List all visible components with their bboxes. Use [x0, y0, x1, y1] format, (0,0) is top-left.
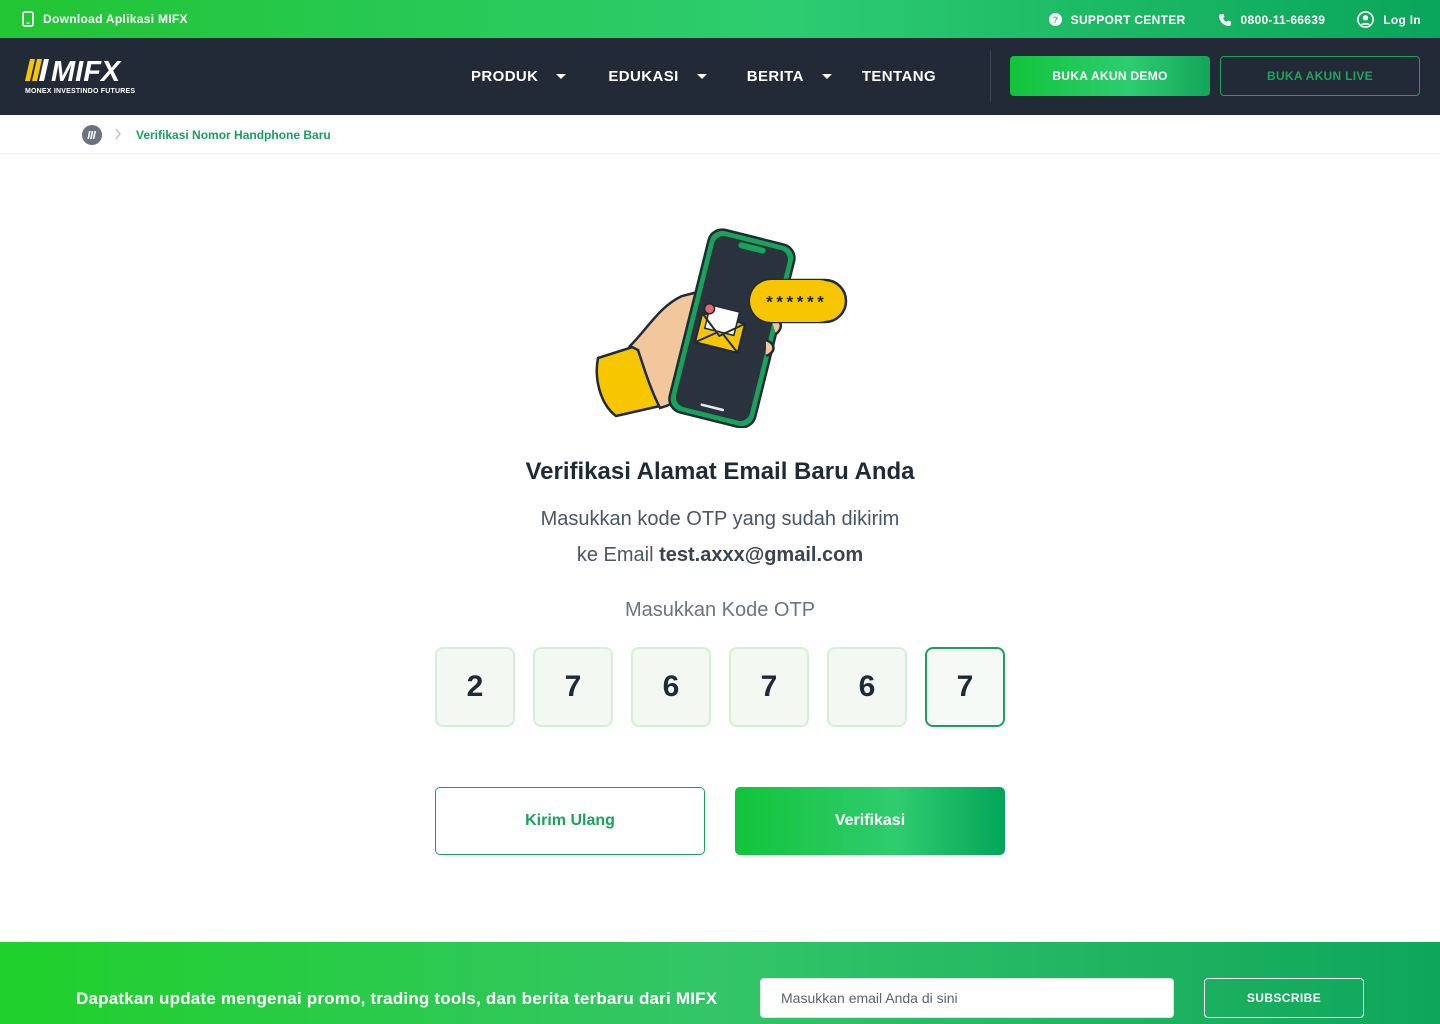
phone-icon	[1218, 13, 1232, 27]
mobile-phone-icon	[22, 11, 34, 27]
otp-label: Masukkan Kode OTP	[624, 599, 816, 621]
verify-button[interactable]: Verifikasi	[735, 787, 1005, 855]
breadcrumb: Verifikasi Nomor Handphone Baru	[0, 115, 1440, 154]
download-app-label: Download Aplikasi MIFX	[43, 12, 188, 26]
subscribe-button[interactable]: SUBSCRIBE	[1204, 978, 1364, 1018]
svg-text:MIFX: MIFX	[51, 58, 122, 88]
otp-digit-3[interactable]: 6	[631, 647, 711, 727]
open-demo-account-button[interactable]: BUKA AKUN DEMO	[1010, 56, 1210, 96]
otp-digit-2[interactable]: 7	[533, 647, 613, 727]
newsletter-section: Dapatkan update mengenai promo, trading …	[0, 942, 1440, 1024]
download-app-link[interactable]: Download Aplikasi MIFX	[22, 11, 188, 27]
nav-label: EDUKASI	[608, 68, 679, 85]
logo-subtext: MONEX INVESTINDO FUTURES	[25, 88, 136, 95]
help-icon: ?	[1048, 13, 1062, 26]
resend-button[interactable]: Kirim Ulang	[435, 787, 705, 855]
phone-link[interactable]: 0800-11-66639	[1218, 13, 1326, 27]
home-icon[interactable]	[82, 125, 102, 145]
otp-badge-text: ******	[764, 295, 825, 314]
login-link[interactable]: Log In	[1357, 11, 1421, 28]
nav-label: PRODUK	[471, 68, 539, 85]
support-center-label: SUPPORT CENTER	[1070, 12, 1186, 27]
newsletter-email-input[interactable]	[760, 978, 1174, 1018]
user-icon	[1357, 11, 1375, 28]
instruction-prefix: ke Email	[576, 544, 660, 566]
open-live-account-button[interactable]: BUKA AKUN LIVE	[1220, 56, 1420, 96]
otp-digit-1[interactable]: 2	[435, 647, 515, 727]
instruction-line-2: ke Email test.axxx@gmail.com	[0, 544, 1440, 567]
breadcrumb-current: Verifikasi Nomor Handphone Baru	[136, 128, 331, 142]
top-bar: Download Aplikasi MIFX ? SUPPORT CENTER …	[0, 0, 1440, 38]
nav-item-tentang[interactable]: TENTANG	[862, 68, 936, 85]
phone-number: 0800-11-66639	[1240, 12, 1326, 27]
svg-text:?: ?	[1052, 15, 1058, 25]
instruction-line-1: Masukkan kode OTP yang sudah dikirim	[540, 508, 900, 530]
email-address: test.axxx@gmail.com	[659, 544, 864, 566]
page-title: Verifikasi Alamat Email Baru Anda	[525, 458, 915, 485]
caret-down-icon	[556, 74, 567, 79]
caret-down-icon	[696, 74, 707, 79]
login-label: Log In	[1383, 12, 1421, 27]
otp-digit-4[interactable]: 7	[729, 647, 809, 727]
nav-item-edukasi[interactable]: EDUKASI	[608, 68, 707, 85]
nav-label: BERITA	[746, 68, 804, 85]
otp-digit-5[interactable]: 6	[827, 647, 907, 727]
main-nav: PRODUK EDUKASI BERITA TENTANG	[471, 38, 936, 115]
newsletter-text: Dapatkan update mengenai promo, trading …	[76, 989, 718, 1008]
support-center-link[interactable]: ? SUPPORT CENTER	[1048, 12, 1186, 27]
caret-down-icon	[821, 74, 832, 79]
otp-phone-illustration: ******	[590, 228, 850, 429]
chevron-right-icon	[114, 127, 122, 145]
nav-label: TENTANG	[861, 68, 937, 85]
otp-digit-6[interactable]: 7	[925, 647, 1005, 727]
nav-divider	[990, 50, 991, 102]
main-header: MIFX MONEX INVESTINDO FUTURES PRODUK EDU…	[0, 38, 1440, 115]
nav-item-berita[interactable]: BERITA	[747, 68, 832, 85]
nav-item-produk[interactable]: PRODUK	[471, 68, 567, 85]
